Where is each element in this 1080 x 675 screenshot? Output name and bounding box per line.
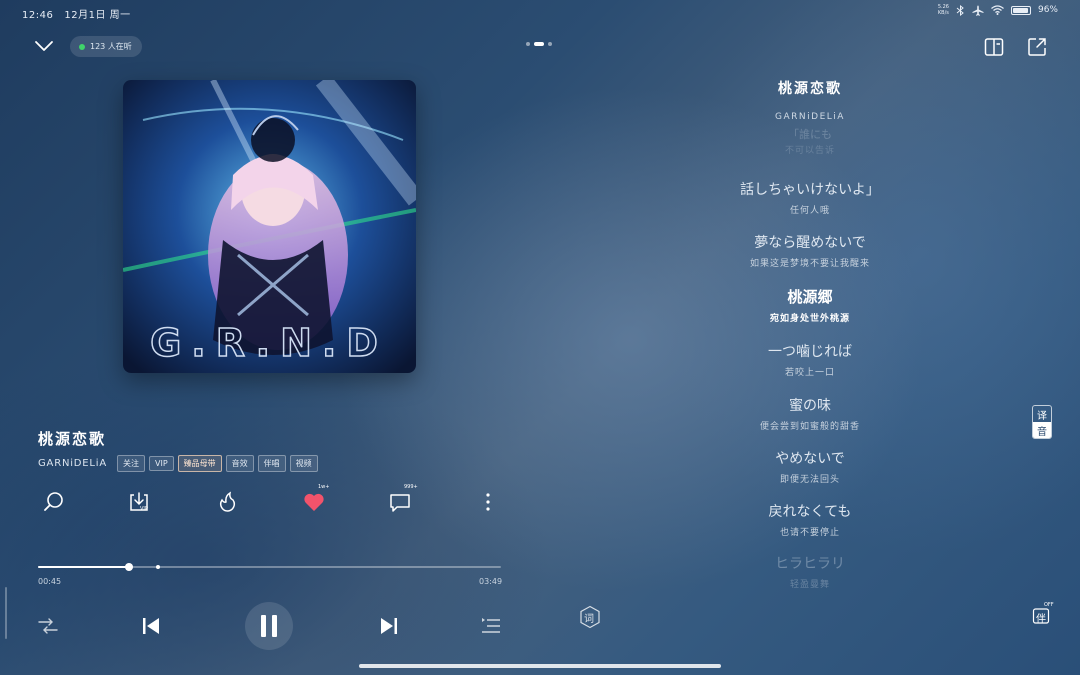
phonetic-option[interactable]: 音: [1033, 422, 1051, 438]
page-dot: [526, 42, 530, 46]
skip-next-icon: [381, 618, 397, 634]
status-time-date: 12:46 12月1日 周一: [22, 6, 131, 21]
sound-effect-tag[interactable]: 音效: [225, 455, 254, 472]
side-drag-handle[interactable]: [5, 587, 7, 639]
shuffle-icon: [38, 618, 58, 634]
comment-count: 999+: [404, 484, 418, 490]
home-indicator[interactable]: [359, 664, 721, 668]
live-dot: [79, 43, 85, 50]
download-vip-badge: VIP: [140, 506, 148, 512]
video-tag[interactable]: 视频: [289, 455, 318, 472]
pause-button[interactable]: [245, 602, 293, 650]
lyric-poster-button[interactable]: 词: [578, 605, 602, 629]
battery-percent: 96%: [1037, 5, 1058, 15]
effect-button[interactable]: [216, 490, 240, 514]
share-icon: [1028, 38, 1046, 56]
lyric-line[interactable]: 一つ噛じれば 若咬上一口: [650, 341, 970, 378]
more-vertical-icon: [486, 493, 490, 511]
page-dot-active: [534, 42, 544, 46]
lyric-line[interactable]: 夢なら醒めないで 如果这是梦境不要让我醒来: [650, 232, 970, 269]
lyric-line[interactable]: 蜜の味 便会尝到如蜜般的甜香: [650, 395, 970, 432]
album-cover[interactable]: G.R.N.D: [123, 80, 416, 373]
vip-tag[interactable]: VIP: [149, 456, 174, 471]
like-count: 1w+: [318, 484, 330, 490]
comment-icon: [390, 494, 410, 512]
page-indicator: [526, 42, 552, 46]
progress-marker: [156, 565, 161, 569]
listeners-count: 123 人在听: [90, 42, 132, 51]
progress-bar[interactable]: [38, 563, 501, 571]
chevron-down-icon: [35, 41, 53, 51]
more-button[interactable]: [476, 490, 500, 514]
current-time: 00:45: [38, 577, 62, 586]
playlist-button[interactable]: [479, 614, 503, 638]
split-view-button[interactable]: [983, 36, 1005, 58]
battery-fill: [1012, 7, 1029, 13]
backing-vocal-tag[interactable]: 伴唱: [257, 455, 286, 472]
translate-option[interactable]: 译: [1033, 406, 1051, 422]
quality-tag[interactable]: 臻品母带: [177, 455, 222, 472]
cover-logo-text: G.R.N.D: [150, 321, 388, 365]
share-button[interactable]: [1026, 36, 1048, 58]
accompaniment-state: OFF: [1044, 602, 1054, 608]
album-cover-art: G.R.N.D: [123, 80, 416, 373]
lyric-line[interactable]: やめないで 即便无法回头: [650, 448, 970, 485]
skip-previous-icon: [143, 618, 159, 634]
playlist-icon: [482, 618, 500, 633]
heart-icon: [304, 493, 324, 511]
next-button[interactable]: [377, 614, 401, 638]
airplane-icon: [972, 5, 984, 16]
progress-knob[interactable]: [124, 563, 133, 571]
lyric-badge-label: 词: [584, 614, 594, 625]
battery-icon: [1010, 5, 1031, 15]
search-button[interactable]: [42, 490, 66, 514]
like-button[interactable]: 1w+: [302, 484, 329, 514]
lyric-line[interactable]: 話しちゃいけないよ」 任何人哦: [650, 179, 970, 216]
follow-tag[interactable]: 关注: [117, 455, 146, 472]
total-time: 03:49: [479, 577, 503, 586]
shuffle-button[interactable]: [36, 614, 60, 638]
accompaniment-label: 伴: [1036, 614, 1046, 625]
pause-icon: [261, 615, 277, 637]
page-dot: [548, 42, 552, 46]
previous-button[interactable]: [139, 614, 163, 638]
status-time: 12:46: [22, 10, 54, 21]
lyric-line[interactable]: ヒラヒラリ 轻盈曼舞: [650, 553, 970, 590]
wifi-icon: [991, 5, 1004, 15]
lyric-line[interactable]: 「誰にも 不可以告诉: [650, 126, 970, 156]
lyric-line[interactable]: 戻れなくても 也请不要停止: [650, 501, 970, 538]
progress-fill: [38, 566, 129, 568]
song-title: 桃源恋歌: [38, 430, 107, 448]
flame-icon: [220, 491, 236, 512]
artist-row: GARNiDELiA 关注 VIP 臻品母带 音效 伴唱 视频: [38, 455, 318, 472]
listeners-pill[interactable]: 123 人在听: [70, 36, 142, 57]
translation-toggle[interactable]: 译 音: [1032, 405, 1052, 439]
comment-button[interactable]: 999+: [388, 484, 418, 514]
accompaniment-button[interactable]: 伴 OFF: [1032, 602, 1054, 625]
lyric-line-current[interactable]: 桃源郷 宛如身处世外桃源: [650, 286, 970, 324]
artist-name[interactable]: GARNiDELiA: [38, 458, 107, 469]
search-icon: [44, 492, 63, 511]
lyrics-lines[interactable]: 「誰にも 不可以告诉 話しちゃいけないよ」 任何人哦 夢なら醒めないで 如果这是…: [650, 0, 970, 675]
download-button[interactable]: VIP: [127, 490, 151, 514]
status-date: 12月1日 周一: [64, 10, 131, 21]
collapse-button[interactable]: [33, 36, 55, 56]
split-view-icon: [984, 38, 1004, 56]
